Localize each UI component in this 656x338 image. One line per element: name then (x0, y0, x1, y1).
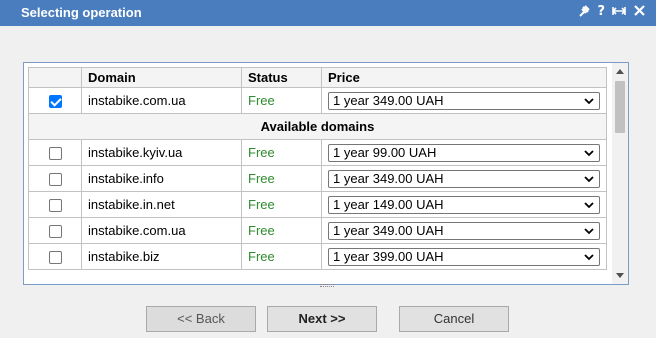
resize-grip-icon[interactable] (320, 284, 334, 287)
available-domains: instabike.kyiv.ua Free 1 year 99.00 UAH ins… (28, 139, 607, 270)
domain-table: Domain Status Price instabike.com.ua Free… (28, 67, 607, 270)
domain-cell: instabike.kyiv.ua (81, 139, 242, 166)
help-icon[interactable]: ? (597, 4, 605, 23)
domain-cell: instabike.info (81, 165, 242, 192)
status-cell: Free (241, 139, 322, 166)
checkbox-checked[interactable] (48, 95, 62, 109)
table-row[interactable]: instabike.kyiv.ua Free 1 year 99.00 UAH (28, 139, 607, 166)
select-cell (28, 217, 82, 244)
price-select-value: 1 year 349.00 UAH (333, 170, 444, 186)
status-cell: Free (241, 87, 322, 114)
price-select[interactable]: 1 year 349.00 UAH (328, 91, 600, 110)
checkbox[interactable] (48, 147, 62, 161)
chevron-down-icon (584, 253, 594, 260)
back-button[interactable]: << Back (146, 306, 256, 332)
status-cell: Free (241, 243, 322, 270)
maximize-icon[interactable] (611, 4, 627, 23)
header-status: Status (241, 67, 322, 88)
price-select-value: 1 year 349.00 UAH (333, 92, 444, 108)
titlebar-controls: ? (577, 4, 646, 23)
price-select[interactable]: 1 year 349.00 UAH (328, 221, 600, 240)
cancel-button[interactable]: Cancel (399, 306, 509, 332)
header-price: Price (321, 67, 607, 88)
group-header-row: Available domains (28, 113, 607, 140)
header-select (28, 67, 82, 88)
table-row[interactable]: instabike.com.ua Free 1 year 349.00 UAH (28, 217, 607, 244)
group-label: Available domains (28, 113, 607, 140)
chevron-down-icon (584, 175, 594, 182)
price-select-value: 1 year 99.00 UAH (333, 144, 437, 160)
status-cell: Free (241, 191, 322, 218)
price-select[interactable]: 1 year 399.00 UAH (328, 247, 600, 266)
available-group: Available domains (28, 113, 607, 140)
domain-cell: instabike.biz (81, 243, 242, 270)
price-select[interactable]: 1 year 99.00 UAH (328, 143, 600, 162)
table-header-row: Domain Status Price (28, 67, 607, 88)
vertical-scrollbar[interactable] (612, 63, 628, 284)
table-row[interactable]: instabike.biz Free 1 year 399.00 UAH (28, 243, 607, 270)
price-cell: 1 year 149.00 UAH (321, 191, 607, 218)
price-cell: 1 year 349.00 UAH (321, 165, 607, 192)
domain-cell: instabike.com.ua (81, 217, 242, 244)
checkbox[interactable] (48, 225, 62, 239)
header-domain: Domain (81, 67, 242, 88)
window-title: Selecting operation (21, 5, 142, 20)
domain-cell: instabike.in.net (81, 191, 242, 218)
chevron-down-icon (584, 227, 594, 234)
domain-list-scroll-area[interactable]: Domain Status Price instabike.com.ua Free… (24, 63, 613, 284)
scrollbar-thumb[interactable] (615, 81, 625, 133)
table-row[interactable]: instabike.in.net Free 1 year 149.00 UAH (28, 191, 607, 218)
select-cell (28, 139, 82, 166)
select-cell (28, 87, 82, 114)
price-cell: 1 year 99.00 UAH (321, 139, 607, 166)
price-select-value: 1 year 399.00 UAH (333, 248, 444, 264)
status-cell: Free (241, 165, 322, 192)
status-cell: Free (241, 217, 322, 244)
price-select-value: 1 year 349.00 UAH (333, 222, 444, 238)
select-cell (28, 165, 82, 192)
scroll-down-arrow-icon[interactable] (616, 273, 624, 278)
checkbox[interactable] (48, 173, 62, 187)
price-cell: 1 year 399.00 UAH (321, 243, 607, 270)
chevron-down-icon (584, 149, 594, 156)
checkbox[interactable] (48, 251, 62, 265)
select-cell (28, 191, 82, 218)
next-button[interactable]: Next >> (267, 306, 377, 332)
domain-list-panel: Domain Status Price instabike.com.ua Free… (23, 62, 629, 285)
domain-cell: instabike.com.ua (81, 87, 242, 114)
price-select[interactable]: 1 year 349.00 UAH (328, 169, 600, 188)
scroll-up-arrow-icon[interactable] (616, 69, 624, 74)
title-bar: Selecting operation ? (0, 0, 656, 26)
select-cell (28, 243, 82, 270)
price-select-value: 1 year 149.00 UAH (333, 196, 444, 212)
price-cell: 1 year 349.00 UAH (321, 217, 607, 244)
selected-domains: instabike.com.ua Free 1 year 349.00 UAH (28, 87, 607, 114)
checkbox[interactable] (48, 199, 62, 213)
chevron-down-icon (584, 201, 594, 208)
table-row[interactable]: instabike.com.ua Free 1 year 349.00 UAH (28, 87, 607, 114)
pin-icon[interactable] (577, 4, 591, 23)
table-row[interactable]: instabike.info Free 1 year 349.00 UAH (28, 165, 607, 192)
close-icon[interactable] (633, 4, 646, 23)
chevron-down-icon (584, 97, 594, 104)
price-cell: 1 year 349.00 UAH (321, 87, 607, 114)
price-select[interactable]: 1 year 149.00 UAH (328, 195, 600, 214)
